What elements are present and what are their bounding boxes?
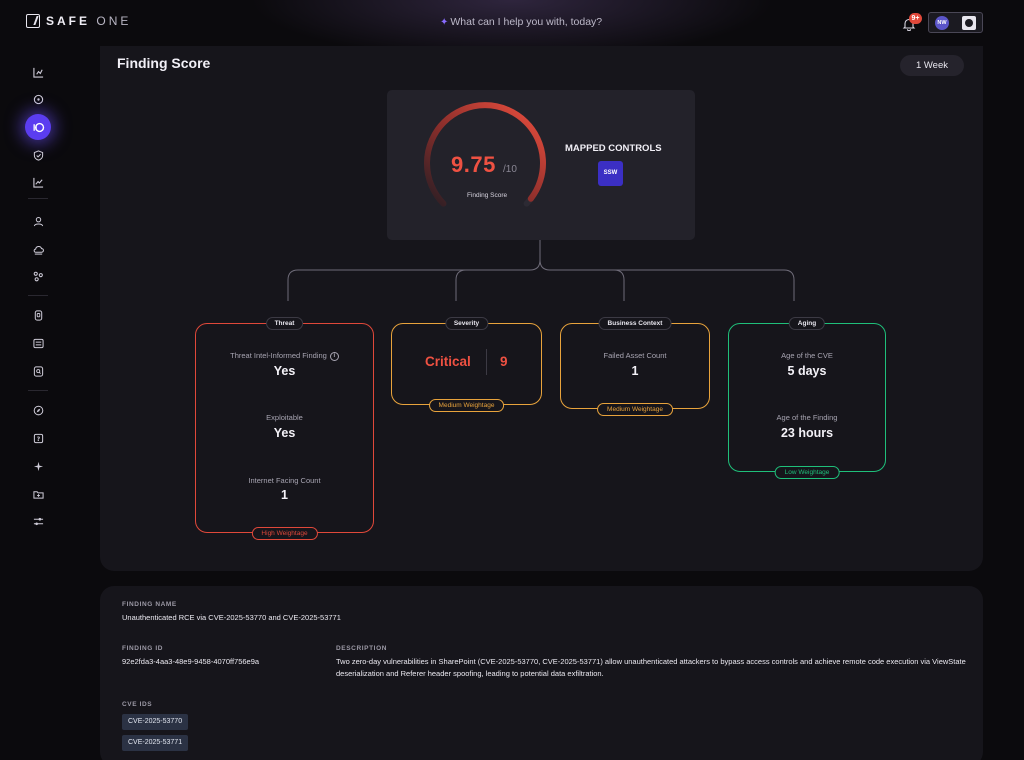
cve-id-chip[interactable]: CVE-2025-53771 xyxy=(122,735,189,751)
user-icon[interactable] xyxy=(31,214,45,228)
description-label: DESCRIPTION xyxy=(336,645,388,652)
business-weightage-badge: Medium Weightage xyxy=(597,403,673,416)
sidebar: ? xyxy=(0,46,76,760)
failed-asset-label: Failed Asset Count xyxy=(603,351,667,360)
mapped-controls-title: MAPPED CONTROLS xyxy=(565,143,662,154)
compass-icon[interactable] xyxy=(31,403,45,417)
cloud-icon[interactable] xyxy=(31,242,45,256)
shield-check-icon[interactable] xyxy=(31,148,45,162)
description-value: Two zero-day vulnerabilities in SharePoi… xyxy=(336,657,966,678)
internet-facing-label: Internet Facing Count xyxy=(248,476,321,485)
cve-ids-label: CVE IDS xyxy=(122,701,153,708)
finding-score-panel: Finding Score 1 Week 9.75 /10 Finding Sc… xyxy=(100,46,983,571)
severity-level: Critical xyxy=(425,354,471,369)
nodes-icon[interactable] xyxy=(31,269,45,283)
sparkle-icon: ✦ xyxy=(440,16,449,28)
target-icon[interactable] xyxy=(31,92,45,106)
threat-intel-label: Threat Intel-Informed Finding i xyxy=(196,351,373,361)
finding-score-card: 9.75 /10 Finding Score MAPPED CONTROLS S… xyxy=(387,90,695,240)
avatar: NW xyxy=(935,15,949,30)
severity-score: 9 xyxy=(500,354,508,369)
help-icon[interactable]: ? xyxy=(31,431,45,445)
finding-id-value: 92e2fda3-4aa3-48e9-9458-4070ff756e9a xyxy=(122,657,260,666)
threat-intel-value: Yes xyxy=(273,364,296,378)
finding-name-label: FINDING NAME xyxy=(122,601,177,608)
internet-facing-value: 1 xyxy=(281,488,288,502)
finding-score-max: /10 xyxy=(503,164,517,175)
logo-text-thin: ONE xyxy=(96,14,132,28)
info-icon[interactable]: i xyxy=(329,351,339,361)
business-context-title: Business Context xyxy=(598,317,672,330)
page-title: Finding Score xyxy=(117,55,211,71)
svg-text:?: ? xyxy=(36,435,40,442)
exploitable-label: Exploitable xyxy=(266,413,303,422)
ask-ai-input[interactable]: ✦ What can I help you with, today? xyxy=(440,16,602,28)
top-bar: SAFE ONE ✦ What can I help you with, tod… xyxy=(0,0,1024,46)
sidebar-divider xyxy=(28,390,48,391)
finding-name-value: Unauthenticated RCE via CVE-2025-53770 a… xyxy=(122,613,341,622)
trend-icon[interactable] xyxy=(31,175,45,189)
exploitable-value: Yes xyxy=(273,426,296,440)
severity-card: Severity Critical 9 Medium Weightage xyxy=(391,317,542,412)
logo-mark-icon xyxy=(26,14,40,28)
logo-text-bold: SAFE xyxy=(46,14,91,28)
folder-icon[interactable] xyxy=(31,487,45,501)
finding-id-label: FINDING ID xyxy=(122,645,164,652)
safe-one-logo[interactable]: SAFE ONE xyxy=(26,14,131,28)
sidebar-divider xyxy=(28,295,48,296)
finding-score-label: Finding Score xyxy=(467,192,508,199)
severity-title: Severity xyxy=(444,317,489,330)
user-menu[interactable]: NW xyxy=(928,12,983,33)
ask-ai-placeholder: What can I help you with, today? xyxy=(450,16,603,28)
threat-intel-label-text: Threat Intel-Informed Finding xyxy=(230,351,327,360)
time-range-button[interactable]: 1 Week xyxy=(900,55,964,76)
chart-icon[interactable] xyxy=(31,65,45,79)
business-context-card: Business Context Failed Asset Count 1 Me… xyxy=(560,317,710,416)
failed-asset-value: 1 xyxy=(631,364,639,378)
sliders-icon[interactable] xyxy=(31,514,45,528)
aging-title: Aging xyxy=(788,317,826,330)
findings-icon[interactable] xyxy=(25,114,51,140)
sparkle-icon[interactable] xyxy=(31,459,45,473)
search-doc-icon[interactable] xyxy=(31,364,45,378)
cve-age-label: Age of the CVE xyxy=(781,351,833,360)
finding-age-value: 23 hours xyxy=(780,426,834,440)
threat-weightage-badge: High Weightage xyxy=(251,527,318,540)
finding-score-value: 9.75 xyxy=(451,152,496,177)
threat-title: Threat xyxy=(265,317,304,330)
cve-age-value: 5 days xyxy=(787,364,827,378)
document-icon[interactable] xyxy=(31,308,45,322)
organization-icon xyxy=(962,15,976,30)
aging-weightage-badge: Low Weightage xyxy=(774,466,840,479)
severity-divider xyxy=(486,349,487,375)
mapped-control-badge[interactable]: SSW xyxy=(598,161,623,186)
finding-details-panel: FINDING NAME Unauthenticated RCE via CVE… xyxy=(100,586,983,760)
aging-card: Aging Age of the CVE 5 days Age of the F… xyxy=(728,317,886,479)
severity-weightage-badge: Medium Weightage xyxy=(428,399,505,412)
finding-age-label: Age of the Finding xyxy=(776,413,838,422)
logo-text: SAFE ONE xyxy=(46,14,131,28)
sidebar-divider xyxy=(28,198,48,199)
list-icon[interactable] xyxy=(31,336,45,350)
cve-id-chip[interactable]: CVE-2025-53770 xyxy=(122,714,189,730)
notification-count-badge: 9+ xyxy=(909,13,922,24)
threat-card: Threat Threat Intel-Informed Finding i Ye… xyxy=(195,317,374,540)
